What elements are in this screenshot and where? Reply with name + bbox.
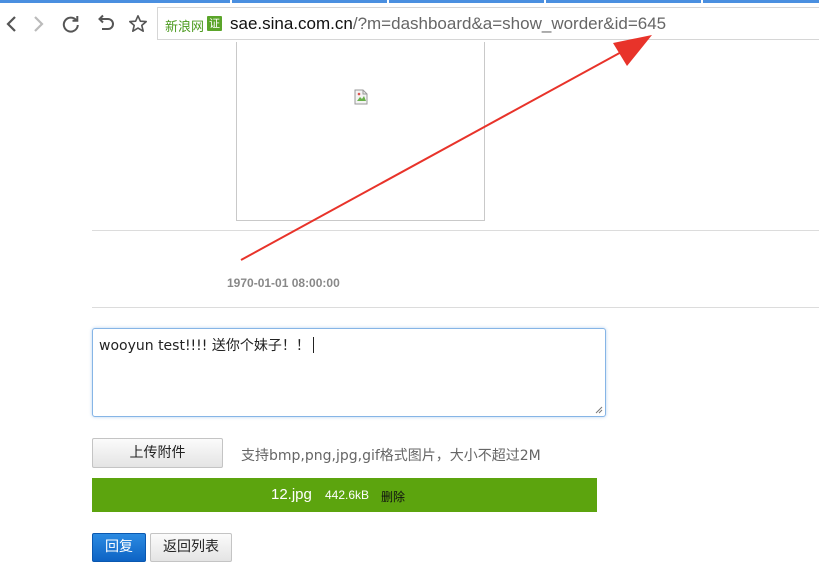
reply-button[interactable]: 回复: [92, 533, 146, 562]
divider: [92, 307, 819, 308]
back-to-list-button[interactable]: 返回列表: [150, 533, 232, 562]
url-text[interactable]: sae.sina.com.cn/?m=dashboard&a=show_word…: [230, 14, 666, 34]
reload-icon[interactable]: [60, 13, 82, 35]
delete-attachment-link[interactable]: 删除: [381, 488, 405, 505]
reply-textarea[interactable]: wooyun test!!!! 送你个妹子！！: [92, 328, 606, 417]
url-path: /?m=dashboard&a=show_worder&id=645: [352, 14, 667, 33]
message-image-frame: [236, 42, 485, 221]
attachment-size: 442.6kB: [325, 488, 370, 502]
upload-attachment-button[interactable]: 上传附件: [92, 438, 223, 468]
reply-textarea-value: wooyun test!!!! 送你个妹子！！: [99, 335, 314, 355]
text-caret: [312, 337, 314, 353]
undo-icon[interactable]: [94, 13, 116, 35]
address-bar[interactable]: 新浪网 证 sae.sina.com.cn/?m=dashboard&a=sho…: [157, 7, 819, 40]
url-host: sae.sina.com.cn: [230, 14, 353, 33]
attachment-bar: 12.jpg 442.6kB 删除: [92, 478, 597, 512]
certificate-icon[interactable]: 证: [207, 16, 222, 31]
message-timestamp: 1970-01-01 08:00:00: [227, 276, 340, 290]
tab-strip-edge: [0, 0, 819, 3]
back-icon[interactable]: [0, 13, 22, 35]
forward-icon[interactable]: [28, 13, 50, 35]
attachment-filename: 12.jpg: [271, 486, 312, 503]
bookmark-star-icon[interactable]: [127, 13, 149, 35]
broken-image-icon: [354, 89, 368, 105]
divider: [92, 230, 819, 231]
resize-grip-icon[interactable]: [595, 406, 603, 414]
site-identity-label: 新浪网: [165, 20, 205, 35]
upload-hint: 支持bmp,png,jpg,gif格式图片，大小不超过2M: [241, 448, 541, 464]
